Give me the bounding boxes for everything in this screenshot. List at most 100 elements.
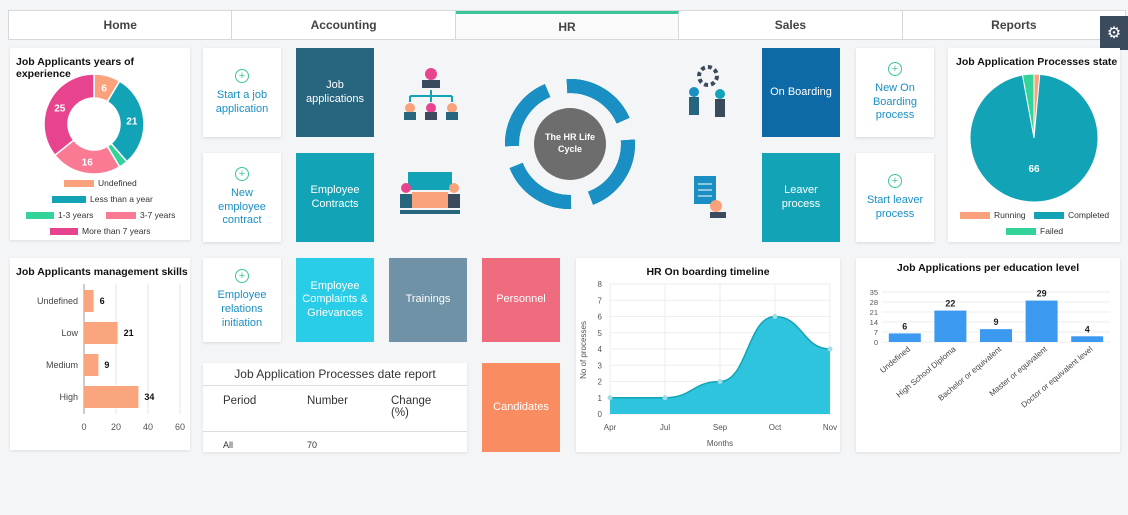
skills-bar	[84, 354, 99, 376]
gear-icon: ⚙	[1106, 25, 1122, 42]
edu-ytick: 28	[870, 298, 878, 307]
legend-label: Less than a year	[90, 194, 153, 204]
legend-failed: Failed	[1006, 226, 1063, 236]
plus-icon: +	[888, 173, 902, 188]
legend-swatch	[52, 195, 86, 203]
start-job-application-tile[interactable]: + Start a job application	[203, 48, 281, 137]
legend-label: Completed	[1068, 210, 1110, 220]
legend-swatch	[960, 211, 990, 219]
col-number: Number	[307, 395, 348, 407]
trainings-tile[interactable]: Trainings	[389, 258, 467, 342]
timeline-point	[607, 395, 613, 401]
legend-undefined: Undefined	[64, 178, 137, 188]
legend-running: Running	[960, 210, 1026, 220]
timeline-ytick: 2	[598, 378, 603, 387]
job-applications-tile[interactable]: Job applications	[296, 48, 374, 137]
skills-value-label: 34	[144, 392, 154, 402]
col-change: Change (%)	[391, 395, 432, 419]
legend-1-3-years: 1-3 years	[26, 210, 93, 220]
report-title: Job Application Processes date report	[203, 367, 467, 386]
tile-label: New employee contract	[218, 186, 266, 227]
timeline-xtick: Jul	[660, 423, 670, 432]
legend-completed: Completed	[1034, 210, 1109, 220]
employee-contracts-tile[interactable]: Employee Contracts	[296, 153, 374, 242]
personnel-tile[interactable]: Personnel	[482, 258, 560, 342]
edu-value-label: 29	[1037, 289, 1047, 299]
timeline-xtick: Oct	[769, 423, 782, 432]
plus-icon: +	[888, 61, 902, 76]
legend-3-7-years: 3-7 years	[106, 210, 175, 220]
tile-label: Start leaver process	[866, 193, 924, 220]
legend-swatch	[50, 227, 78, 235]
timeline-ytick: 6	[598, 313, 603, 322]
edu-ytick: 0	[874, 338, 878, 347]
timeline-ylabel: No of processes	[579, 321, 588, 379]
timeline-xtick: Nov	[823, 423, 837, 432]
edu-value-label: 9	[993, 317, 998, 327]
candidates-tile[interactable]: Candidates	[482, 363, 560, 452]
timeline-card: HR On boarding timeline 0 1 2 3 4 5 6 7 8 Apr Jul S…	[576, 258, 840, 452]
employee-complaints-tile[interactable]: Employee Complaints & Grievances	[296, 258, 374, 342]
new-onboarding-tile[interactable]: + New On Boarding process	[856, 48, 934, 137]
legend-swatch	[26, 211, 54, 219]
timeline-area-chart: 0 1 2 3 4 5 6 7 8 Apr Jul Sep Oct Nov Months No of proc…	[579, 280, 837, 448]
edu-category-label: Undefined	[878, 345, 912, 375]
timeline-point	[717, 379, 723, 384]
tab-accounting[interactable]: Accounting	[232, 11, 456, 39]
legend-label: 3-7 years	[140, 210, 176, 220]
table-divider	[203, 431, 467, 432]
skills-xtick: 20	[111, 422, 121, 432]
education-title: Job Applications per education level	[896, 262, 1080, 274]
timeline-ytick: 8	[598, 280, 603, 289]
timeline-point	[827, 346, 833, 352]
document-stamp-icon	[694, 176, 726, 218]
edu-bar	[888, 333, 921, 342]
org-chart-icon	[404, 68, 458, 120]
edu-value-label: 22	[945, 299, 955, 309]
tile-label: Start a job application	[215, 88, 269, 115]
skills-card: Job Applicants management skills 0 20 40 60…	[10, 258, 190, 450]
edu-bar	[934, 310, 967, 342]
edu-ytick: 21	[870, 308, 878, 317]
skills-value-label: 6	[100, 296, 105, 306]
skills-bar-chart: 0 20 40 60 Undefined 6 Low 21 Medium 9 High 34	[37, 284, 185, 432]
leaver-process-tile[interactable]: Leaver process	[762, 153, 840, 242]
edu-value-label: 6	[902, 321, 907, 331]
legend-label: Running	[994, 210, 1026, 220]
legend-more-than-7: More than 7 years	[50, 226, 151, 236]
skills-xtick: 40	[143, 422, 153, 432]
processes-state-card: Job Application Processes state 66 Runni…	[948, 48, 1120, 242]
edu-bar	[1025, 300, 1058, 342]
legend-label: Failed	[1040, 226, 1064, 236]
plus-icon: +	[235, 68, 249, 83]
col-period: Period	[223, 395, 257, 407]
donut-label: 6	[101, 83, 107, 94]
employee-relations-tile[interactable]: + Employee relations initiation	[203, 258, 281, 342]
new-employee-contract-tile[interactable]: + New employee contract	[203, 153, 281, 242]
lifecycle-label: The HR Life Cycle	[545, 132, 596, 154]
edu-value-label: 4	[1085, 324, 1090, 334]
legend-label: 1-3 years	[58, 210, 94, 220]
legend-swatch	[64, 179, 94, 187]
timeline-title: HR On boarding timeline	[646, 266, 770, 278]
settings-button[interactable]: ⚙	[1100, 16, 1128, 50]
tab-hr[interactable]: HR	[455, 11, 680, 39]
timeline-ytick: 3	[598, 361, 603, 370]
skills-category-label: Undefined	[37, 296, 78, 306]
cell-period: All	[223, 440, 234, 450]
timeline-point	[662, 395, 668, 401]
skills-bar	[84, 386, 139, 408]
tab-sales[interactable]: Sales	[679, 11, 903, 39]
tab-reports[interactable]: Reports	[903, 11, 1125, 39]
legend-swatch	[1006, 227, 1036, 235]
cell-number: 70	[307, 440, 318, 450]
legend-label: More than 7 years	[82, 226, 151, 236]
date-report-card: Job Application Processes date report Pe…	[203, 363, 467, 452]
on-boarding-tile[interactable]: On Boarding	[762, 48, 840, 137]
timeline-xtick: Apr	[604, 423, 617, 432]
start-leaver-tile[interactable]: + Start leaver process	[856, 153, 934, 242]
edu-ytick: 14	[870, 318, 878, 327]
tab-home[interactable]: Home	[9, 11, 233, 39]
skills-category-label: Low	[61, 328, 78, 338]
meeting-icon	[400, 172, 460, 214]
